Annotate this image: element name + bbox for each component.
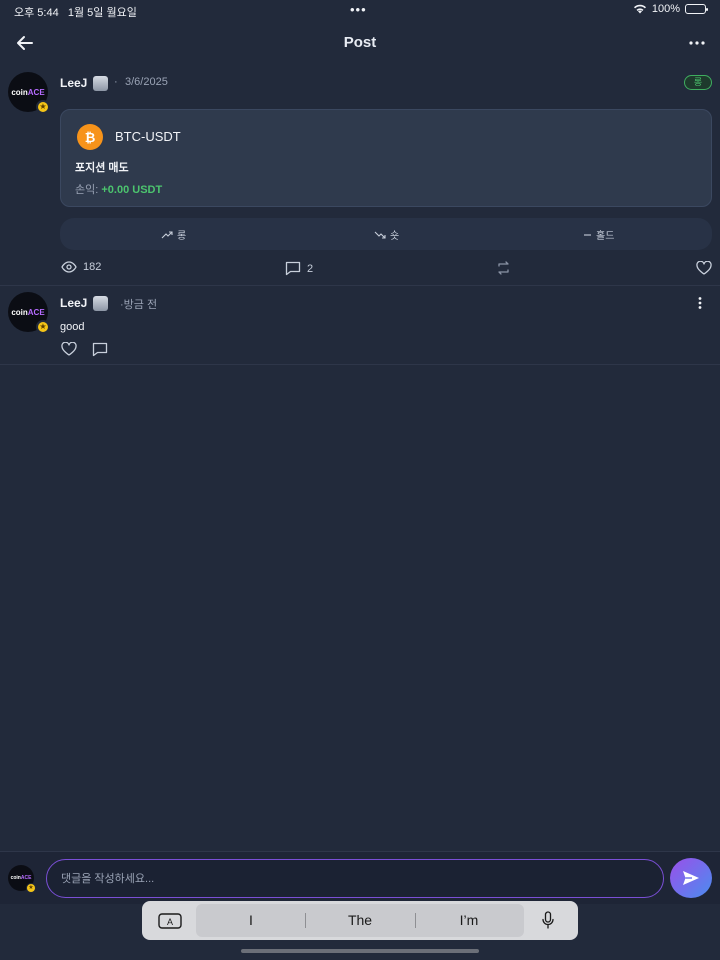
post-date: 3/6/2025	[125, 76, 168, 88]
repost-icon	[498, 261, 509, 275]
comment-icon	[285, 261, 301, 276]
home-indicator[interactable]	[241, 949, 479, 953]
comment-text: good	[60, 321, 85, 333]
minus-icon	[584, 233, 591, 236]
comment-more-icon[interactable]	[694, 296, 706, 310]
heart-icon	[696, 261, 712, 275]
composer-avatar: coinACE ★	[8, 865, 36, 893]
comment-input[interactable]	[46, 859, 664, 898]
battery-percent: 100%	[651, 3, 680, 15]
like-button[interactable]	[696, 261, 712, 275]
eye-icon	[61, 261, 77, 273]
level-badge-icon	[93, 76, 108, 91]
avatar-logo: coinACE	[11, 307, 45, 317]
bitcoin-icon: ₿	[77, 124, 103, 150]
wifi-icon	[633, 4, 646, 14]
pnl-value: +0.00 USDT	[101, 184, 163, 196]
star-badge-icon: ★	[26, 883, 36, 893]
microphone-icon[interactable]	[541, 911, 555, 930]
suggestion-1[interactable]: I	[201, 912, 301, 928]
post-stats: 182 2	[0, 261, 720, 281]
send-button[interactable]	[670, 858, 712, 898]
trend-down-icon	[374, 231, 386, 239]
suggestion-2[interactable]: The	[310, 912, 410, 928]
avatar-logo: coinACE	[11, 87, 45, 97]
post: coinACE ★ LeeJ · 3/6/2025 롱 ₿ BTC-USDT 포…	[0, 66, 720, 286]
comment-username[interactable]: LeeJ	[60, 296, 87, 310]
trading-pair: BTC-USDT	[115, 129, 181, 144]
comment-item: coinACE ★ LeeJ ·방금 전 good	[0, 286, 720, 365]
vote-short-button[interactable]: 숏	[374, 227, 399, 242]
page-title: Post	[343, 34, 377, 51]
suggestion-3[interactable]: I’m	[419, 912, 519, 928]
status-bar: 오후 5:44 1월 5일 월요일 ••• 100%	[0, 0, 720, 20]
nav-bar: Post	[0, 22, 720, 64]
repost-button[interactable]	[496, 261, 511, 275]
keyboard-format-icon[interactable]: A	[158, 913, 182, 929]
status-right: 100%	[633, 3, 708, 15]
comment-time: ·방금 전	[120, 299, 158, 311]
battery-icon	[685, 4, 708, 14]
comment-composer: coinACE ★	[0, 851, 720, 904]
more-options-icon[interactable]	[686, 32, 708, 54]
comments-count: 2	[307, 262, 314, 275]
pnl: 손익: +0.00 USDT	[75, 181, 162, 197]
trade-card[interactable]: ₿ BTC-USDT 포지션 매도 손익: +0.00 USDT	[60, 109, 712, 207]
views-count: 182	[83, 261, 102, 273]
avatar-logo: coinACE	[10, 875, 32, 881]
send-icon	[683, 871, 699, 885]
views-stat: 182	[61, 261, 101, 273]
status-time: 오후 5:44 1월 5일 월요일	[14, 7, 137, 19]
star-badge-icon: ★	[36, 320, 50, 334]
avatar[interactable]: coinACE ★	[8, 72, 50, 114]
vote-hold-button[interactable]: 홀드	[583, 227, 614, 242]
suggestion-divider	[305, 913, 306, 928]
multitasking-dots[interactable]: •••	[350, 2, 367, 17]
post-username[interactable]: LeeJ	[60, 76, 87, 90]
comment-reply-icon[interactable]	[92, 342, 108, 357]
keyboard-suggestion-bar: A I The I’m	[142, 901, 578, 940]
trend-up-icon	[161, 230, 173, 238]
comment-avatar[interactable]: coinACE ★	[8, 292, 50, 334]
vote-bar: 롱 숏 홀드	[60, 218, 712, 250]
separator-dot: ·	[114, 76, 118, 88]
suggestion-divider	[415, 913, 416, 928]
svg-text:A: A	[167, 917, 173, 927]
star-badge-icon: ★	[36, 100, 50, 114]
vote-long-button[interactable]: 롱	[161, 227, 186, 242]
comments-button[interactable]: 2	[285, 261, 313, 276]
sentiment-badge: 롱	[684, 75, 712, 90]
suggestions-area: I The I’m	[196, 904, 524, 937]
position-action: 포지션 매도	[75, 162, 129, 174]
pnl-label: 손익:	[75, 184, 99, 196]
comment-like-icon[interactable]	[61, 342, 77, 356]
level-badge-icon	[93, 296, 108, 311]
